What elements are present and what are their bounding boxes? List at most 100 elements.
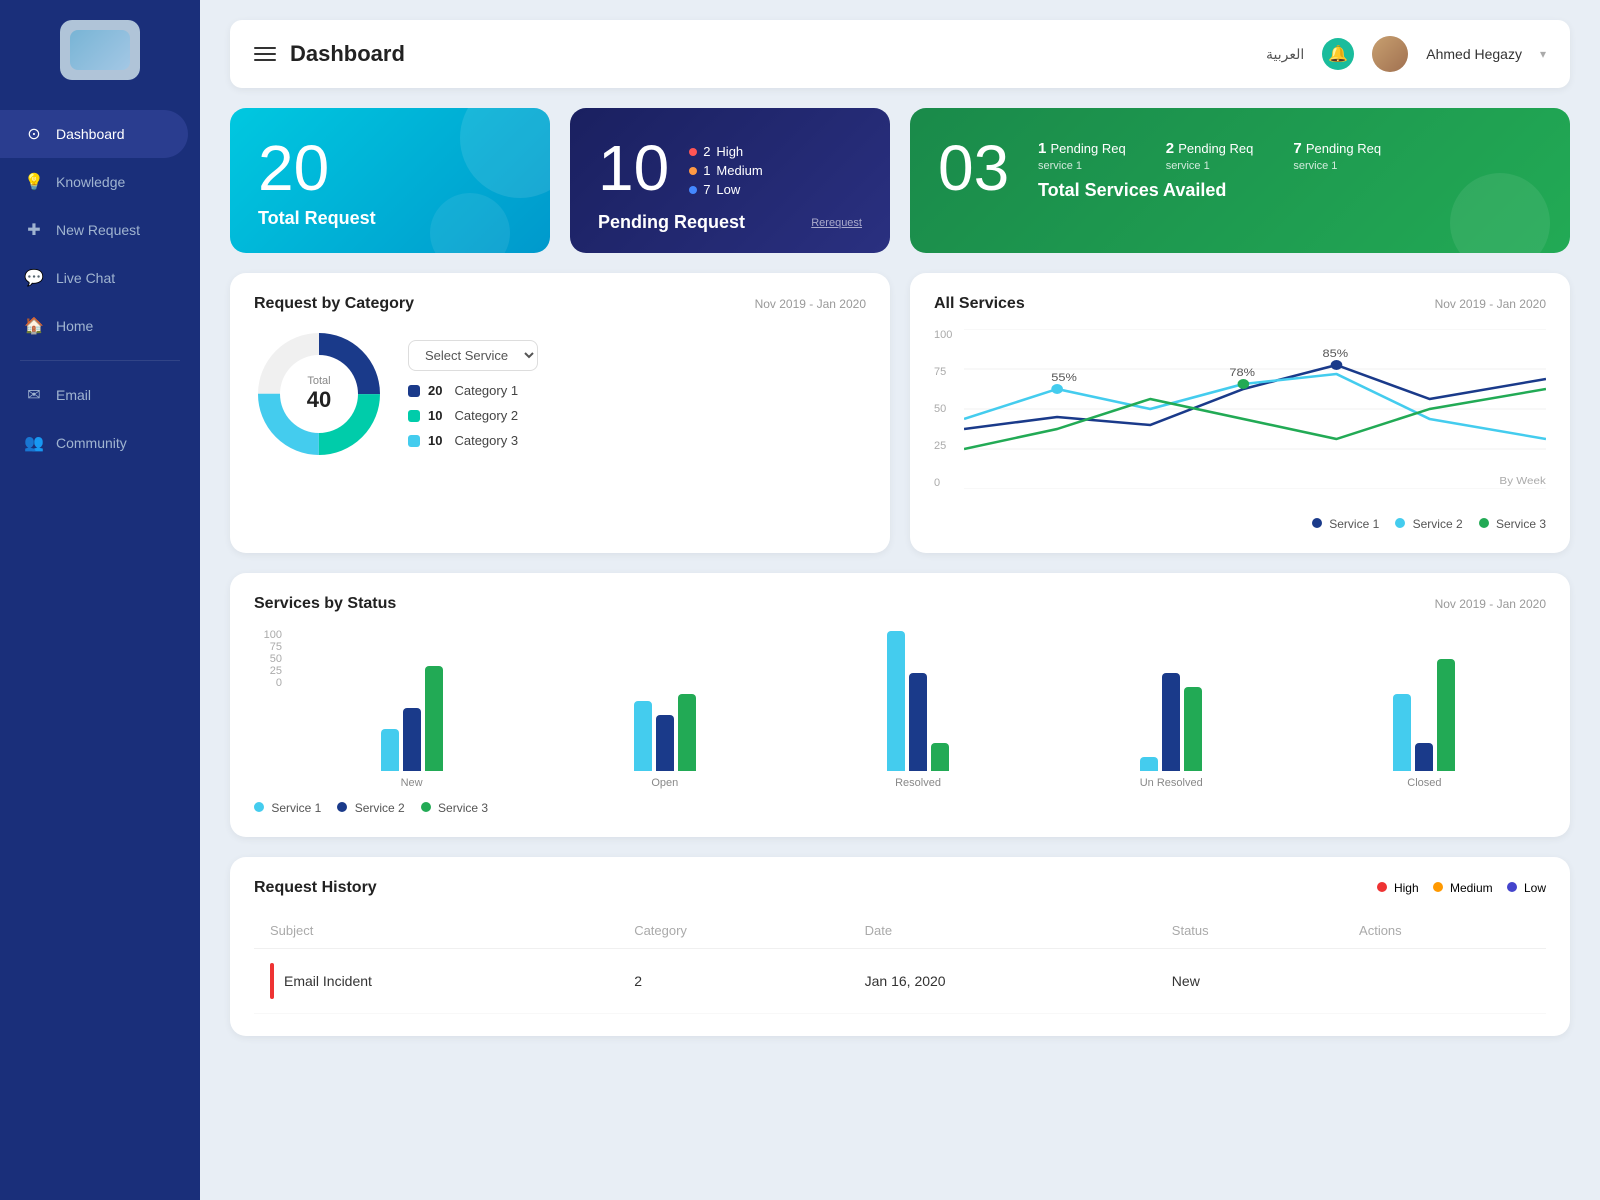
donut-chart: Total 40: [254, 329, 384, 459]
donut-total-label: Total: [307, 375, 331, 387]
badge-low: 7 Low: [689, 182, 762, 197]
line-chart-svg-area: 55% 78% 85% By Week: [964, 329, 1546, 489]
total-request-label: Total Request: [258, 208, 522, 229]
row-subject: Email Incident: [254, 949, 618, 1014]
pending-sub-2: service 1: [1166, 160, 1210, 172]
bar-group-open: Open: [543, 631, 786, 789]
subject-with-indicator: Email Incident: [270, 963, 602, 999]
legend-dot-cat2: [408, 410, 420, 422]
plus-icon: ✚: [24, 220, 44, 240]
chart-services-title: All Services: [934, 295, 1025, 313]
bar-group-new-bars: [381, 631, 443, 771]
bar-closed-s3: [1437, 659, 1455, 771]
service2-dot: [1395, 518, 1405, 528]
bar-group-closed: Closed: [1303, 631, 1546, 789]
bar-unresolved-s3: [1184, 687, 1202, 771]
row-category: 2: [618, 949, 848, 1014]
bar-label-unresolved: Un Resolved: [1050, 777, 1293, 789]
pending-sub-1: service 1: [1038, 160, 1082, 172]
menu-icon[interactable]: [254, 47, 276, 61]
bar-closed-s1: [1393, 694, 1411, 771]
sidebar-item-new-request[interactable]: ✚ New Request: [0, 206, 200, 254]
sidebar-item-community[interactable]: 👥 Community: [0, 419, 200, 467]
bar-chart-yaxis: 100 75 50 25 0: [254, 629, 290, 689]
row-actions: [1343, 949, 1546, 1014]
legend-service2-status: Service 2: [337, 801, 404, 815]
line-chart-wrapper: 100 75 50 25 0: [934, 329, 1546, 509]
sidebar-divider: [20, 360, 180, 361]
service-select[interactable]: Select Service: [408, 340, 538, 371]
legend-category3: 10 Category 3: [408, 433, 538, 448]
chevron-down-icon[interactable]: ▾: [1540, 47, 1546, 61]
donut-total-num: 40: [307, 387, 331, 413]
high-dot: [689, 148, 697, 156]
bar-chart-legend: Service 1 Service 2 Service 3: [254, 801, 1546, 815]
pending-label-1: Pending Req: [1051, 141, 1126, 156]
bar-label-new: New: [290, 777, 533, 789]
sidebar: ⊙ Dashboard 💡 Knowledge ✚ New Request 💬 …: [0, 0, 200, 1200]
pending-label: Pending Request: [598, 212, 745, 233]
sidebar-item-label: New Request: [56, 222, 140, 238]
legend-dot-s2: [337, 802, 347, 812]
service-select-wrapper: Select Service: [408, 340, 538, 371]
pending-badges: 2 High 1 Medium 7 Low: [689, 136, 762, 197]
sidebar-logo: [60, 20, 140, 80]
chart-category-title: Request by Category: [254, 295, 414, 313]
line-chart-legend: Service 1 Service 2 Service 3: [934, 517, 1546, 531]
low-label: Low: [716, 182, 740, 197]
page-title: Dashboard: [290, 41, 405, 67]
sidebar-item-knowledge[interactable]: 💡 Knowledge: [0, 158, 200, 206]
bar-label-resolved: Resolved: [796, 777, 1039, 789]
low-dot: [689, 186, 697, 194]
chart-services-header: All Services Nov 2019 - Jan 2020: [934, 295, 1546, 313]
row-status: New: [1156, 949, 1343, 1014]
card-pending-bottom: Pending Request Rerequest: [598, 212, 862, 233]
sidebar-item-label: Community: [56, 435, 127, 451]
sidebar-item-live-chat[interactable]: 💬 Live Chat: [0, 254, 200, 302]
sidebar-item-email[interactable]: ✉ Email: [0, 371, 200, 419]
rerequest-link[interactable]: Rerequest: [811, 217, 862, 229]
pending-count-1: 1: [1038, 140, 1051, 157]
legend-dot-s3: [421, 802, 431, 812]
bar-new-s3: [425, 666, 443, 771]
total-request-number: 20: [258, 136, 522, 200]
line-chart-yaxis: 100 75 50 25 0: [934, 329, 952, 489]
sidebar-item-dashboard[interactable]: ⊙ Dashboard: [0, 110, 188, 158]
legend-low: Low: [1507, 881, 1546, 895]
col-actions: Actions: [1343, 913, 1546, 949]
chart-status-period: Nov 2019 - Jan 2020: [1435, 597, 1546, 611]
chart-status-title: Services by Status: [254, 595, 396, 613]
legend-high: High: [1377, 881, 1419, 895]
history-title: Request History: [254, 879, 377, 897]
col-subject: Subject: [254, 913, 618, 949]
bar-new-s1: [381, 729, 399, 771]
services-number: 03: [938, 136, 1018, 200]
home-icon: 🏠: [24, 316, 44, 336]
medium-legend-dot: [1433, 882, 1443, 892]
service1-legend: Service 1: [1312, 517, 1379, 531]
sidebar-item-home[interactable]: 🏠 Home: [0, 302, 200, 350]
bar-resolved-s1: [887, 631, 905, 771]
history-table-head: Subject Category Date Status Actions: [254, 913, 1546, 949]
language-switch[interactable]: العربية: [1266, 46, 1304, 63]
bar-group-resolved-bars: [887, 631, 949, 771]
chart-legend: 20 Category 1 10 Category 2 10 Category …: [408, 383, 538, 448]
bar-label-closed: Closed: [1303, 777, 1546, 789]
service-pending-3: 7 Pending Req service 1: [1293, 140, 1381, 172]
bar-chart-container: 100 75 50 25 0 New: [254, 629, 1546, 789]
chart-status-header: Services by Status Nov 2019 - Jan 2020: [254, 595, 1546, 613]
service-pending-2: 2 Pending Req service 1: [1166, 140, 1254, 172]
sidebar-item-label: Home: [56, 318, 93, 334]
medium-count: 1: [703, 163, 710, 178]
bar-resolved-s2: [909, 673, 927, 771]
dashboard-icon: ⊙: [24, 124, 44, 144]
history-table: Subject Category Date Status Actions Ema…: [254, 913, 1546, 1014]
header-right: العربية 🔔 Ahmed Hegazy ▾: [1266, 36, 1546, 72]
pending-sub-3: service 1: [1293, 160, 1337, 172]
history-table-body: Email Incident 2 Jan 16, 2020 New: [254, 949, 1546, 1014]
notification-bell[interactable]: 🔔: [1322, 38, 1354, 70]
sidebar-item-label: Email: [56, 387, 91, 403]
card-pending-request: 10 2 High 1 Medium 7 Low: [570, 108, 890, 253]
bar-group-open-bars: [634, 631, 696, 771]
services-label: Total Services Availed: [1038, 180, 1542, 201]
